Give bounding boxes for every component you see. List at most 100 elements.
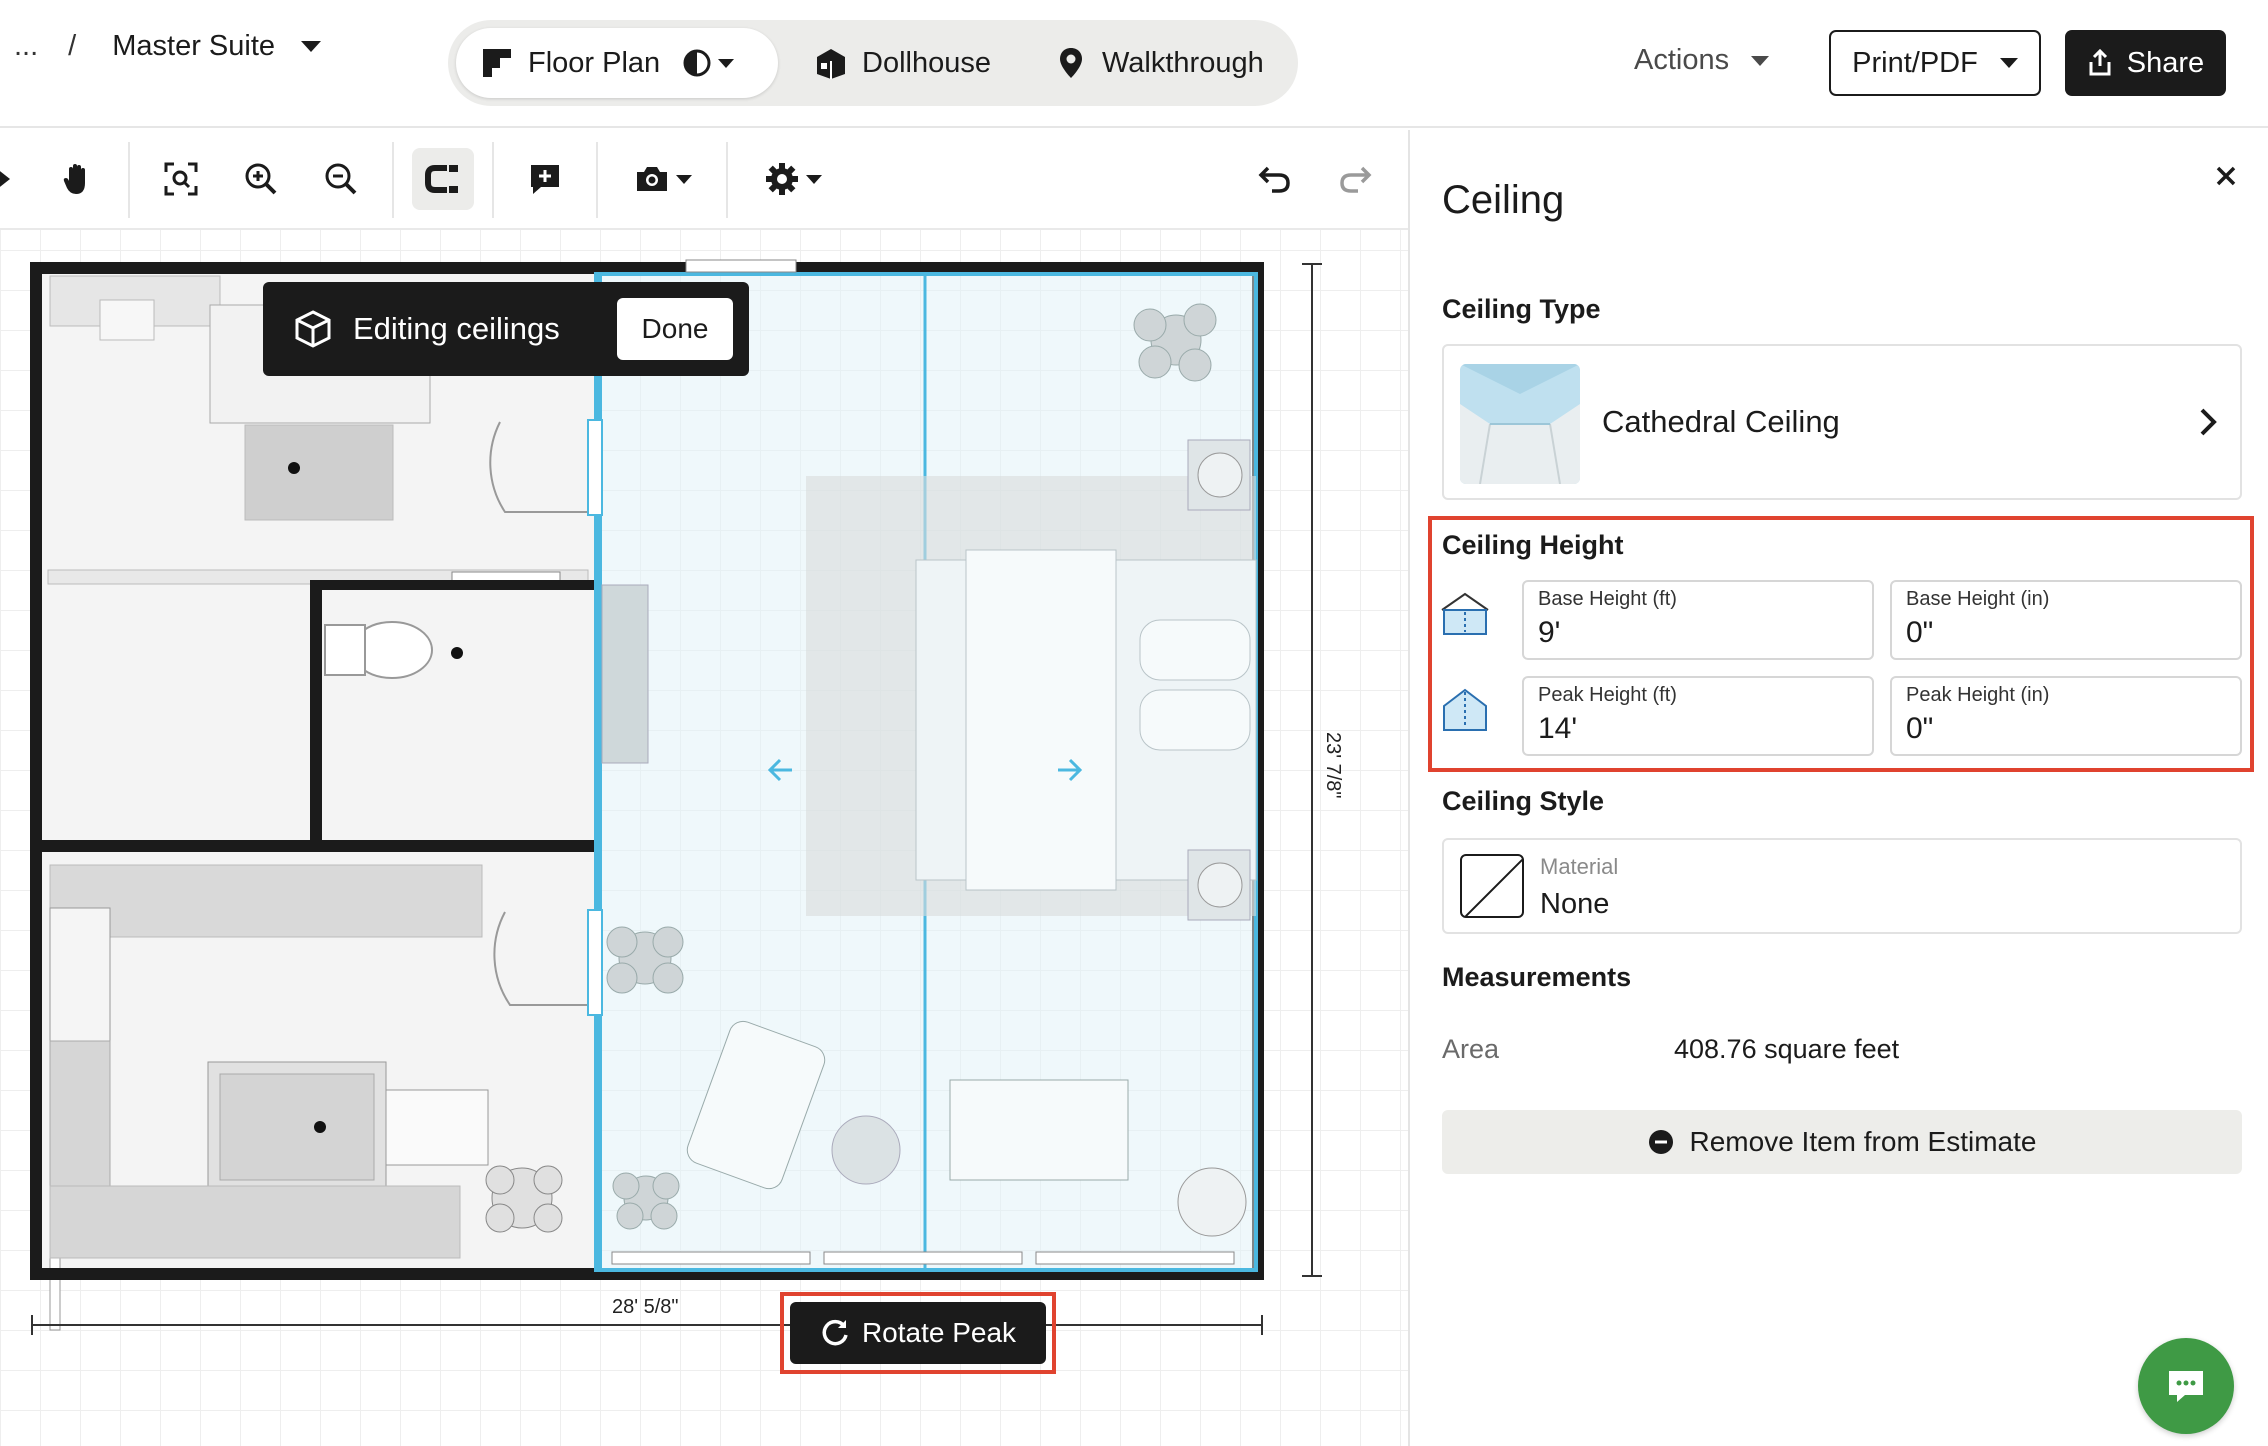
share-button[interactable]: Share (2065, 30, 2226, 96)
rotate-peak-label: Rotate Peak (861, 1317, 1017, 1348)
print-pdf-button[interactable]: Print/PDF (1829, 30, 2041, 96)
camera-tool[interactable] (626, 148, 700, 210)
done-button[interactable]: Done (617, 298, 733, 360)
peak-height-in-label: Peak Height (in) (1906, 684, 2050, 706)
toolbar-separator (392, 142, 394, 218)
base-height-in-label: Base Height (in) (1906, 588, 2050, 610)
minus-circle-icon (1648, 1130, 1673, 1154)
editing-ceilings-text: Editing ceilings (353, 311, 560, 346)
location-pin-icon (1060, 48, 1082, 78)
walkthrough-label: Walkthrough (1102, 46, 1264, 79)
material-selector[interactable]: Material None (1442, 838, 2242, 934)
base-height-ft-value[interactable]: 9' (1538, 616, 1560, 650)
contrast-toggle-icon[interactable] (682, 48, 712, 78)
remove-from-estimate-button[interactable]: Remove Item from Estimate (1442, 1110, 2242, 1174)
ceiling-style-heading: Ceiling Style (1442, 786, 1605, 816)
material-label: Material (1540, 854, 1619, 879)
breadcrumb-separator: / (68, 30, 77, 62)
zoom-fit-icon (164, 162, 198, 196)
peak-height-ft-label: Peak Height (ft) (1538, 684, 1677, 706)
dollhouse-icon (817, 49, 845, 79)
actions-menu[interactable]: Actions (1634, 44, 1770, 77)
pan-tool[interactable] (46, 148, 108, 210)
breadcrumb-ellipsis[interactable]: ... (14, 30, 38, 63)
breadcrumb: ... / Master Suite (14, 30, 322, 63)
select-tool[interactable] (0, 148, 34, 210)
width-dimension-label: 28' 5/8" (612, 1296, 679, 1318)
material-value: None (1540, 888, 1610, 920)
area-value: 408.76 square feet (1674, 1034, 1900, 1064)
camera-chevron-icon (676, 174, 692, 184)
settings-gear-icon (766, 163, 798, 195)
hand-pan-icon (63, 164, 85, 194)
rotate-peak-highlight: Rotate Peak (780, 1292, 1056, 1374)
toolbar-separator (492, 142, 494, 218)
select-arrow-icon (0, 171, 10, 187)
peak-height-ft-value[interactable]: 14' (1538, 712, 1577, 746)
redo-button[interactable] (1324, 148, 1386, 210)
magnet-snap-icon (425, 165, 458, 193)
no-material-swatch-icon (1460, 854, 1524, 918)
peak-height-in-field[interactable]: Peak Height (in) 0" (1890, 676, 2242, 756)
chevron-right-icon (2198, 406, 2218, 443)
top-bar: ... / Master Suite Floor Plan Dollhouse … (0, 0, 2268, 128)
print-pdf-label: Print/PDF (1852, 46, 1978, 79)
ceiling-height-heading: Ceiling Height (1442, 530, 1624, 560)
project-title[interactable]: Master Suite (112, 30, 275, 63)
chat-support-button[interactable] (2138, 1338, 2234, 1434)
floor-plan-label: Floor Plan (528, 46, 661, 79)
ceiling-type-heading: Ceiling Type (1442, 294, 1601, 324)
remove-from-estimate-label: Remove Item from Estimate (1689, 1126, 2037, 1157)
base-height-in-field[interactable]: Base Height (in) 0" (1890, 580, 2242, 660)
walkthrough-tab[interactable]: Walkthrough (1054, 28, 1264, 98)
peak-height-in-value[interactable]: 0" (1906, 712, 1933, 746)
floor-plan-tab[interactable]: Floor Plan (456, 28, 778, 98)
rotate-peak-button[interactable]: Rotate Peak (790, 1302, 1046, 1364)
zoom-in-tool[interactable] (230, 148, 292, 210)
share-icon (2089, 49, 2111, 76)
measurements-heading: Measurements (1442, 962, 1632, 992)
base-height-ft-label: Base Height (ft) (1538, 588, 1677, 610)
dollhouse-tab[interactable]: Dollhouse (814, 28, 991, 98)
zoom-in-icon (245, 163, 277, 195)
print-chevron-icon (1999, 58, 2018, 68)
editing-ceilings-banner: Editing ceilings Done (263, 282, 749, 376)
close-panel-button[interactable] (2208, 158, 2244, 194)
panel-title: Ceiling (1442, 178, 1565, 222)
chat-bubble-icon (2169, 1371, 2203, 1402)
view-mode-switcher: Floor Plan Dollhouse Walkthrough (448, 20, 1298, 106)
actions-label: Actions (1634, 44, 1730, 76)
peak-height-ft-field[interactable]: Peak Height (ft) 14' (1522, 676, 1874, 756)
add-comment-tool[interactable] (514, 148, 576, 210)
cube-icon (295, 310, 331, 348)
settings-tool[interactable] (756, 148, 830, 210)
ceiling-type-selector[interactable]: Cathedral Ceiling (1442, 344, 2242, 500)
camera-icon (637, 167, 667, 191)
base-height-in-value[interactable]: 0" (1906, 616, 1933, 650)
ceiling-type-value: Cathedral Ceiling (1602, 404, 1840, 439)
share-label: Share (2126, 46, 2205, 79)
canvas-toolbar (0, 130, 1408, 230)
zoom-fit-tool[interactable] (150, 148, 212, 210)
add-comment-icon (531, 165, 559, 194)
zoom-out-icon (325, 163, 357, 195)
cathedral-ceiling-thumbnail (1460, 364, 1580, 484)
undo-icon (1258, 166, 1290, 193)
rotate-icon (822, 1319, 848, 1346)
peak-height-house-icon (1440, 686, 1490, 736)
toolbar-separator (726, 142, 728, 218)
zoom-out-tool[interactable] (310, 148, 372, 210)
settings-chevron-icon (806, 174, 822, 184)
toolbar-separator (596, 142, 598, 218)
height-dimension-label: 23' 7/8" (1322, 732, 1344, 799)
project-dropdown-chevron-icon[interactable] (301, 41, 322, 52)
contrast-dropdown-chevron-icon[interactable] (718, 58, 735, 68)
snap-tool[interactable] (412, 148, 474, 210)
close-icon (2216, 166, 2236, 186)
base-height-ft-field[interactable]: Base Height (ft) 9' (1522, 580, 1874, 660)
redo-icon (1340, 166, 1372, 193)
base-height-house-icon (1440, 590, 1490, 640)
actions-chevron-icon (1751, 55, 1770, 66)
undo-button[interactable] (1244, 148, 1306, 210)
floor-plan-icon (483, 49, 511, 77)
